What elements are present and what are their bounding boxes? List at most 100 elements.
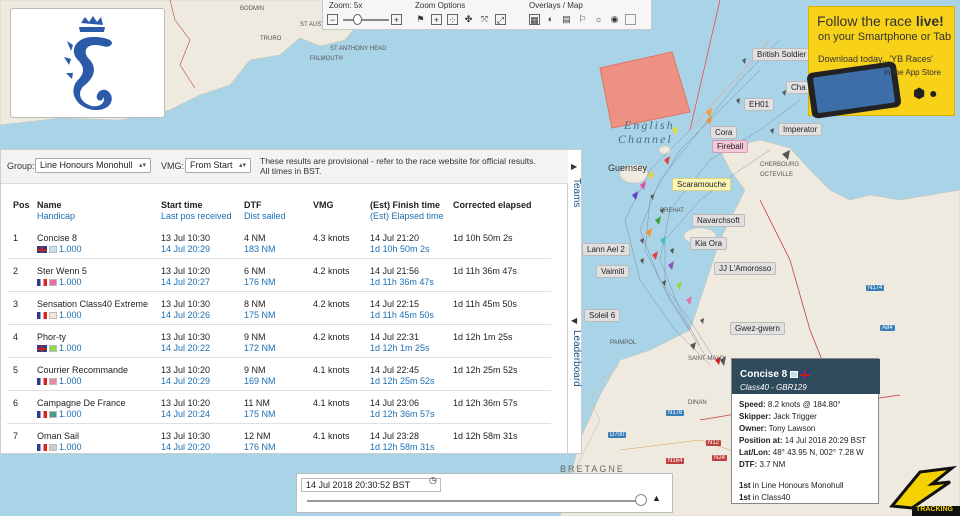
- row-divider: [7, 357, 551, 358]
- ad-headline: Follow the race live!: [817, 13, 944, 29]
- play-icon[interactable]: ▲: [652, 493, 661, 503]
- flag-marker-icon[interactable]: ⚐: [577, 14, 588, 25]
- flags-icon[interactable]: ⚑: [415, 14, 426, 25]
- col-finish[interactable]: (Est) Finish time: [370, 200, 440, 210]
- col-name[interactable]: Name: [37, 200, 62, 210]
- row-last-pos: 14 Jul 20:20: [161, 442, 211, 452]
- zoom-out-button[interactable]: −: [327, 14, 338, 25]
- fr-flag-icon: [37, 312, 47, 319]
- row-boat-name[interactable]: Sensation Class40 Extreme: [37, 299, 148, 309]
- timeline-track[interactable]: [307, 500, 642, 502]
- tab-teams[interactable]: Teams: [568, 178, 582, 207]
- row-divider: [7, 390, 551, 391]
- expand-icon[interactable]: ⤢: [495, 14, 506, 25]
- col-vmg[interactable]: VMG: [313, 200, 334, 210]
- boat-label[interactable]: British Soldier: [752, 48, 812, 61]
- popup-owner: Owner: Tony Lawson: [739, 424, 816, 433]
- boat-label[interactable]: EH01: [744, 98, 775, 111]
- timeline-datetime[interactable]: 14 Jul 2018 20:30:52 BST: [301, 478, 441, 492]
- col-last-pos[interactable]: Last pos received: [161, 211, 232, 221]
- row-pos: 5: [13, 365, 19, 375]
- row-dtf: 11 NM: [244, 398, 270, 408]
- col-handicap[interactable]: Handicap: [37, 211, 75, 221]
- layers-icon[interactable]: ▤: [561, 14, 572, 25]
- globe-icon[interactable]: ◉: [609, 14, 620, 25]
- row-boat-name[interactable]: Phor-ty: [37, 332, 66, 342]
- boat-label[interactable]: Soleil 6: [584, 309, 621, 322]
- zoom-plus-box-icon[interactable]: +: [431, 14, 442, 25]
- boat-label[interactable]: Lann Ael 2: [582, 243, 630, 256]
- row-handicap: 1.000: [37, 343, 82, 353]
- col-start[interactable]: Start time: [161, 200, 203, 210]
- col-dist-sailed[interactable]: Dist sailed: [244, 211, 286, 221]
- road-shield: A84: [880, 325, 895, 331]
- row-divider: [7, 324, 551, 325]
- boat-label[interactable]: Navarchsoft: [692, 214, 745, 227]
- wind-icon[interactable]: ☼: [593, 14, 604, 25]
- square-overlay-icon[interactable]: [625, 14, 636, 25]
- results-panel: Group: Line Honours Monohull ▴▾ VMG: From…: [0, 149, 569, 454]
- row-pos: 7: [13, 431, 19, 441]
- boat-label[interactable]: Vaimiti: [596, 265, 630, 278]
- grid-overlay-icon[interactable]: ▦: [529, 14, 540, 25]
- channel-label-2: Channel: [618, 132, 673, 146]
- boat-label[interactable]: Scaramouche: [672, 178, 732, 191]
- col-pos[interactable]: Pos: [13, 200, 30, 210]
- fleet-icon[interactable]: ✤: [463, 14, 474, 25]
- boat-label[interactable]: Imperator: [778, 123, 823, 136]
- seahorse-logo-icon: [64, 16, 113, 111]
- app-ad-banner[interactable]: Follow the race live! on your Smartphone…: [806, 6, 955, 120]
- road-shield: N164: [666, 458, 685, 464]
- row-handicap: 1.000: [37, 310, 82, 320]
- tab-leaderboard[interactable]: Leaderboard: [568, 330, 582, 387]
- row-sailed: 176 NM: [244, 442, 276, 452]
- chevron-left-icon[interactable]: ◀: [571, 316, 577, 325]
- android-apple-icons: ⬢ ●: [913, 85, 938, 101]
- yb-tracking-logo: TRACKING: [872, 462, 960, 516]
- clock-icon[interactable]: ◷: [429, 475, 437, 486]
- boat-colour-swatch: [49, 378, 57, 385]
- row-divider: [7, 423, 551, 424]
- boat-label[interactable]: Cora: [710, 126, 738, 139]
- contrast-icon[interactable]: ◐: [545, 14, 556, 25]
- fit-extent-icon[interactable]: ⤧: [479, 14, 490, 25]
- row-vmg: 4.1 knots: [313, 365, 350, 375]
- row-pos: 1: [13, 233, 19, 243]
- vmg-select[interactable]: From Start ▴▾: [185, 158, 251, 173]
- ad-store-text: in the App Store: [884, 68, 941, 77]
- group-icon[interactable]: ⁘: [447, 14, 458, 25]
- col-elapsed[interactable]: (Est) Elapsed time: [370, 211, 444, 221]
- row-pos: 6: [13, 398, 19, 408]
- row-boat-name[interactable]: Campagne De France: [37, 398, 126, 408]
- boat-label[interactable]: Gwez-gwern: [730, 322, 785, 335]
- boat-label[interactable]: JJ L'Amorosso: [714, 262, 777, 275]
- row-boat-name[interactable]: Concise 8: [37, 233, 77, 243]
- zoom-slider[interactable]: [343, 19, 389, 21]
- zoom-slider-handle[interactable]: [353, 14, 362, 25]
- boat-info-popup[interactable]: Concise 8 Class40 - GBR129 Speed: 8.2 kn…: [731, 358, 880, 504]
- row-boat-name[interactable]: Ster Wenn 5: [37, 266, 87, 276]
- boat-label[interactable]: Kia Ora: [690, 237, 728, 250]
- row-dtf: 8 NM: [244, 299, 266, 309]
- chevron-right-icon[interactable]: ▶: [571, 162, 577, 171]
- fr-flag-icon: [37, 444, 47, 451]
- row-boat-name[interactable]: Oman Sail: [37, 431, 79, 441]
- town-label: Octeville: [760, 172, 794, 178]
- group-select[interactable]: Line Honours Monohull ▴▾: [35, 158, 151, 173]
- row-sailed: 169 NM: [244, 376, 276, 386]
- timeline-handle[interactable]: [635, 494, 647, 506]
- row-handicap: 1.000: [37, 277, 82, 287]
- row-vmg: 4.1 knots: [313, 431, 350, 441]
- col-dtf[interactable]: DTF: [244, 200, 262, 210]
- row-handicap: 1.000: [37, 409, 82, 419]
- place-label: TRURO: [260, 36, 282, 42]
- row-boat-name[interactable]: Courrier Recommande: [37, 365, 128, 375]
- map-toolbar: Zoom: 5x − + Zoom Options ⚑ + ⁘ ✤ ⤧ ⤢ Ov…: [322, 0, 652, 30]
- uk-flag-icon: [37, 246, 47, 253]
- zoom-in-button[interactable]: +: [391, 14, 402, 25]
- row-last-pos: 14 Jul 20:27: [161, 277, 211, 287]
- row-start: 13 Jul 10:30: [161, 299, 211, 309]
- boat-label[interactable]: Fireball: [712, 140, 749, 153]
- island-label: Guernsey: [608, 163, 648, 173]
- col-corrected[interactable]: Corrected elapsed: [453, 200, 532, 210]
